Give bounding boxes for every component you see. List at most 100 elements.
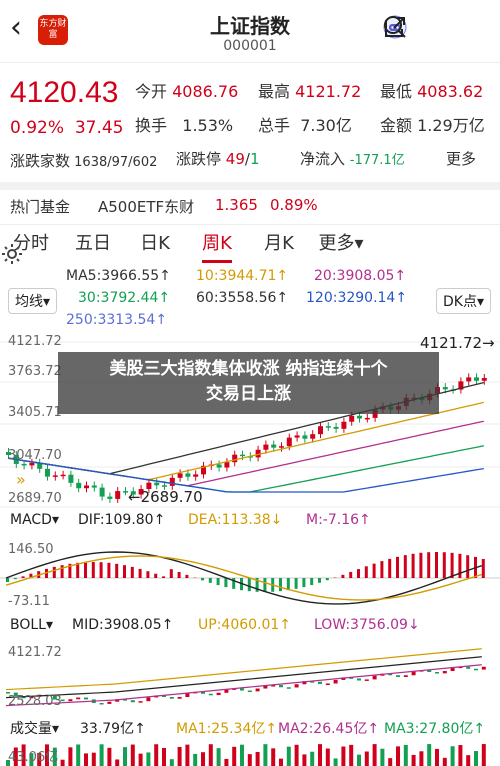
volume-bar bbox=[107, 747, 112, 766]
candle-body bbox=[91, 485, 97, 488]
news-line-1: 美股三大指数集体收涨 纳指连续十个 bbox=[109, 359, 388, 379]
candle-body bbox=[224, 462, 230, 468]
macd-bar bbox=[427, 552, 431, 578]
volume-bar bbox=[396, 746, 400, 766]
macd-bar bbox=[341, 574, 345, 578]
boll-chart[interactable] bbox=[0, 642, 500, 712]
quote-panel: 4120.43 0.92% 37.45 今开 4086.76 最高 4121.7… bbox=[0, 70, 500, 150]
volume-bar bbox=[255, 751, 260, 766]
macd-bar bbox=[403, 555, 407, 578]
macd-bar bbox=[357, 569, 360, 578]
boll-candle bbox=[107, 701, 112, 704]
volume-select[interactable]: 成交量▾ bbox=[10, 718, 59, 738]
volume-bar bbox=[208, 744, 213, 766]
volume-bar bbox=[91, 752, 96, 766]
stock-code: 000001 bbox=[223, 38, 277, 54]
volume-bar bbox=[240, 744, 244, 766]
volume-bar bbox=[333, 758, 338, 766]
volume-ma2: MA2:26.45亿↑ bbox=[278, 721, 380, 737]
tab-five-day[interactable]: 五日 bbox=[62, 229, 124, 255]
volume-bar bbox=[60, 759, 65, 766]
more-button[interactable]: 更多 bbox=[446, 148, 476, 169]
macd-dea: DEA:113.38↓ bbox=[188, 512, 283, 528]
macd-bar bbox=[76, 562, 80, 578]
boll-candle bbox=[240, 688, 244, 691]
volume-bar bbox=[84, 753, 88, 766]
macd-select[interactable]: MACD▾ bbox=[10, 512, 59, 528]
news-banner[interactable]: 美股三大指数集体收涨 纳指连续十个 交易日上涨 bbox=[58, 352, 439, 414]
boll-up: UP:4060.01↑ bbox=[198, 617, 292, 633]
volume-chart[interactable] bbox=[0, 742, 500, 766]
candle-body bbox=[76, 482, 82, 489]
macd-bar bbox=[310, 578, 314, 586]
volume-bar bbox=[325, 748, 330, 766]
high-marker-value: 4121.72 bbox=[420, 334, 483, 352]
macd-bar bbox=[146, 571, 150, 578]
volume-bar bbox=[177, 746, 182, 766]
macd-bar bbox=[450, 552, 454, 578]
tab-daily[interactable]: 日K bbox=[124, 229, 186, 255]
boll-candle bbox=[325, 683, 330, 685]
tab-more[interactable]: 更多▾ bbox=[310, 229, 372, 255]
candle-body bbox=[154, 482, 160, 486]
macd-bar bbox=[169, 569, 173, 578]
boll-candle bbox=[364, 679, 369, 681]
volume-bar bbox=[146, 752, 151, 766]
candle-body bbox=[333, 426, 339, 429]
share-icon[interactable] bbox=[385, 14, 448, 40]
breadth-value: 1638/97/602 bbox=[74, 155, 158, 170]
macd-dif: DIF:109.80↑ bbox=[78, 512, 166, 528]
ma-line bbox=[7, 420, 484, 487]
tab-weekly[interactable]: 周K bbox=[186, 229, 248, 263]
boll-candle bbox=[372, 675, 377, 680]
volume-bar bbox=[154, 744, 159, 766]
volume-bar bbox=[216, 748, 221, 766]
macd-bar bbox=[123, 565, 126, 578]
macd-bar bbox=[6, 578, 9, 582]
macd-bar bbox=[201, 578, 204, 581]
candle-body bbox=[263, 444, 269, 450]
market-breadth-row: 涨跌家数 1638/97/602 涨跌停 49/1 净流入 -177.1亿 更多 bbox=[0, 148, 500, 174]
hot-fund-row[interactable]: 热门基金 A500ETF东财 1.365 0.89% bbox=[0, 182, 500, 225]
boll-candle bbox=[146, 697, 151, 702]
candle-body bbox=[185, 473, 191, 477]
macd-m: M:-7.16↑ bbox=[306, 512, 371, 528]
macd-bar bbox=[21, 576, 25, 578]
y-axis-2: 3763.72 bbox=[8, 364, 62, 379]
fund-change: 0.89% bbox=[270, 196, 318, 214]
volume-bar bbox=[450, 746, 455, 766]
macd-bar bbox=[396, 556, 399, 578]
boll-candle bbox=[442, 671, 447, 674]
limit-label: 涨跌停 bbox=[176, 150, 222, 168]
volume-y-top: 43.06亿 bbox=[8, 750, 59, 765]
volume-bar bbox=[403, 744, 408, 766]
macd-bar bbox=[208, 578, 212, 583]
candle-body bbox=[474, 377, 479, 381]
amount-label: 金额 bbox=[380, 116, 413, 135]
boll-candle bbox=[435, 672, 439, 674]
boll-candle bbox=[216, 692, 221, 696]
boll-candle bbox=[76, 697, 81, 700]
search-icon[interactable] bbox=[384, 14, 488, 40]
dk-point-select[interactable]: DK点▾ bbox=[436, 288, 491, 314]
boll-low: LOW:3756.09↓ bbox=[314, 617, 420, 633]
tab-monthly[interactable]: 月K bbox=[248, 229, 310, 255]
macd-bar bbox=[318, 578, 321, 583]
volume-bar bbox=[271, 748, 276, 766]
macd-bar bbox=[325, 578, 329, 581]
boll-select[interactable]: BOLL▾ bbox=[10, 617, 53, 633]
volume-bar bbox=[442, 757, 447, 766]
volume-bar bbox=[193, 753, 198, 766]
boll-candle bbox=[279, 685, 283, 688]
macd-y-top: 146.50 bbox=[8, 542, 54, 557]
macd-bar bbox=[411, 553, 415, 578]
candle-body bbox=[240, 454, 245, 457]
volume-bar bbox=[388, 758, 393, 766]
macd-chart[interactable] bbox=[0, 538, 500, 610]
macd-bar bbox=[177, 572, 181, 578]
amount-value: 1.29万亿 bbox=[417, 116, 485, 135]
ma-mode-select[interactable]: 均线▾ bbox=[8, 288, 58, 314]
expand-left-icon[interactable]: » bbox=[16, 470, 26, 489]
candle-body bbox=[357, 415, 362, 419]
open-label: 今开 bbox=[135, 82, 168, 101]
